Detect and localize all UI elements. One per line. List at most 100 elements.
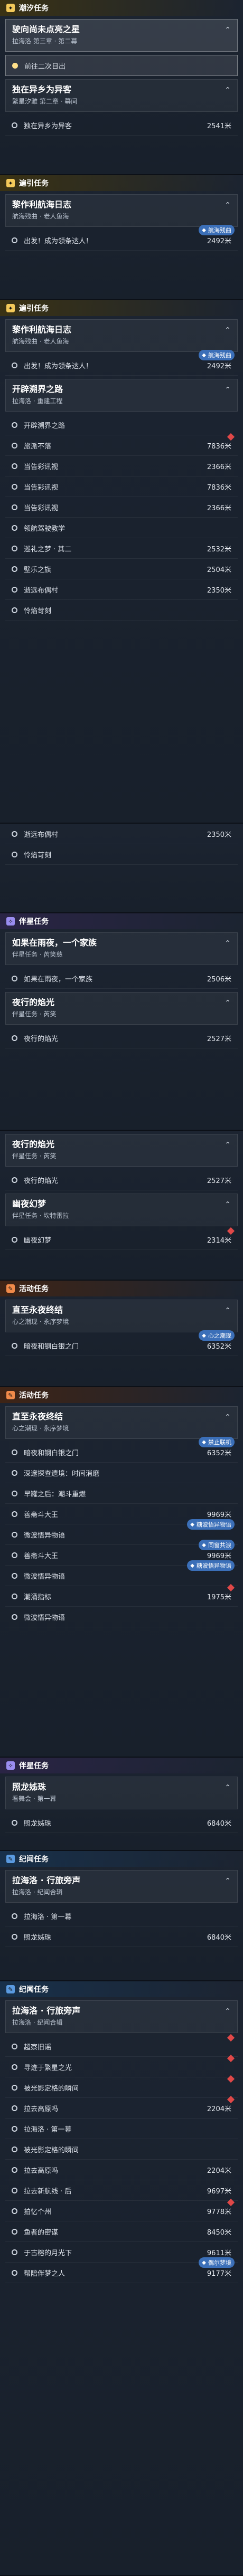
quest-step[interactable]: 夜行的焰光 2527米 <box>5 1170 238 1190</box>
quest-card[interactable]: 直至永夜终结 心之潮现 · 永序梦境 ⌃ <box>5 1300 238 1332</box>
chevron-up-icon[interactable]: ⌃ <box>225 1141 231 1149</box>
quest-category-header[interactable]: ✧ 伴星任务 <box>0 913 243 929</box>
quest-title: 夜行的焰光 <box>12 997 55 1007</box>
quest-category-header[interactable]: ✦ 潮汐任务 <box>0 0 243 16</box>
quest-step[interactable]: 被光影定格的瞬间 <box>5 2139 238 2160</box>
quest-card[interactable]: 拉海洛 · 行旅旁声 拉海洛 · 纪闻合辑 ⌃ <box>5 2000 238 2033</box>
quest-card[interactable]: 照龙姊珠 看舞会 · 第一幕 ⌃ <box>5 1777 238 1809</box>
quest-title: 拉海洛 · 行旅旁声 <box>12 1875 81 1885</box>
step-distance: 2350米 <box>207 831 231 839</box>
chevron-up-icon[interactable]: ⌃ <box>225 86 231 94</box>
quest-card[interactable]: 黎作利航海日志 航海残曲 · 老人鱼海 ⌃ <box>5 319 238 352</box>
chevron-up-icon[interactable]: ⌃ <box>225 939 231 948</box>
quest-card[interactable]: 直至永夜终结 心之潮现 · 永序梦境 ⌃ <box>5 1406 238 1439</box>
chevron-up-icon[interactable]: ⌃ <box>225 326 231 335</box>
chevron-up-icon[interactable]: ⌃ <box>225 1877 231 1885</box>
quest-step[interactable]: 幽夜幻梦 2314米 <box>5 1227 238 1250</box>
chevron-up-icon[interactable]: ⌃ <box>225 386 231 394</box>
quest-step[interactable]: 逝远布偶村 2350米 <box>5 824 238 844</box>
quest-step[interactable]: 当告彩讯视 2366米 <box>5 497 238 518</box>
quest-category-header[interactable]: ✎ 纪闻任务 <box>0 1851 243 1867</box>
quest-step[interactable]: 领航驾驶教学 <box>5 518 238 538</box>
quest-step[interactable]: 照龙姊珠 6840米 <box>5 1926 238 1947</box>
chevron-up-icon[interactable]: ⌃ <box>225 1200 231 1209</box>
quest-step[interactable]: 暗夜和钢白银之门 6352米 ◆ 禁止联机 <box>5 1437 238 1463</box>
circle-icon <box>12 2167 17 2173</box>
quest-card[interactable]: 独在异乡为异客 繁星汐雅 第二章 · 幕间 ⌃ <box>5 79 238 112</box>
quest-step[interactable]: 出发！成为领条达人！ 2492米 ◆ 航海残曲 <box>5 350 238 376</box>
quest-step[interactable]: 潮涌指标 1975米 <box>5 1583 238 1607</box>
quest-step[interactable]: 拉去新航线 · 后 9697米 <box>5 2180 238 2201</box>
category-label: 活动任务 <box>19 1285 49 1293</box>
step-distance: 2541米 <box>207 122 231 130</box>
quest-card[interactable]: 幽夜幻梦 伴星任务 · 坎特雷拉 ⌃ <box>5 1194 238 1226</box>
quest-title: 幽夜幻梦 <box>12 1199 46 1209</box>
quest-step[interactable]: 当告彩讯视 2366米 <box>5 456 238 476</box>
quest-card[interactable]: 如果在雨夜，一个家族 伴星任务 · 芮笑慈 ⌃ <box>5 932 238 965</box>
quest-card[interactable]: 夜行的焰光 伴星任务 · 芮笑 ⌃ <box>5 1134 238 1167</box>
quest-step[interactable]: 微波悟异物语 ◆ 糖波悟异物语 <box>5 1560 238 1586</box>
quest-step[interactable]: 旅派不落 7836米 <box>5 433 238 456</box>
quest-step[interactable]: 寻迹于繁星之光 <box>5 2054 238 2077</box>
chevron-up-icon[interactable]: ⌃ <box>225 201 231 209</box>
chevron-up-icon[interactable]: ⌃ <box>225 2007 231 2016</box>
category-tag-icon: ✦ <box>6 304 15 312</box>
quest-step[interactable]: 前往二次日出 <box>5 55 238 76</box>
quest-step[interactable]: 怜焰苛刻 <box>5 844 238 865</box>
quest-step[interactable]: 拉海洛 · 第一幕 <box>5 1906 238 1926</box>
event-badge: ◆ 心之潮现 <box>199 1330 235 1341</box>
quest-card[interactable]: 黎作利航海日志 航海残曲 · 老人鱼海 ⌃ <box>5 194 238 227</box>
step-label: 旅派不落 <box>24 442 52 451</box>
quest-step[interactable]: 怜焰苛刻 <box>5 600 238 621</box>
quest-category-header[interactable]: ✎ 活动任务 <box>0 1281 243 1296</box>
chevron-up-icon[interactable]: ⌃ <box>225 26 231 34</box>
quest-step[interactable]: 照龙姊珠 6840米 <box>5 1812 238 1833</box>
quest-card[interactable]: 夜行的焰光 伴星任务 · 芮笑 ⌃ <box>5 992 238 1025</box>
quest-step[interactable]: 如果在雨夜，一个家族 2506米 <box>5 968 238 989</box>
category-label: 遍引任务 <box>19 179 49 188</box>
quest-step[interactable]: 微波悟异物语 <box>5 1607 238 1627</box>
quest-step[interactable]: 深邃探查遗境：时间消磨 <box>5 1463 238 1483</box>
quest-step[interactable]: 拍忆个州 9778米 <box>5 2198 238 2221</box>
quest-step[interactable]: 拉去高原吗 2204米 <box>5 2160 238 2180</box>
quest-category-header[interactable]: ✧ 伴星任务 <box>0 1758 243 1773</box>
quest-step[interactable]: 拉去高原吗 2204米 <box>5 2095 238 2119</box>
circle-icon <box>12 1035 17 1041</box>
quest-step[interactable]: 壁乐之旗 2504米 <box>5 559 238 579</box>
chevron-up-icon[interactable]: ⌃ <box>225 1413 231 1421</box>
quest-step[interactable]: 出发！成为领条达人！ 2492米 ◆ 航海残曲 <box>5 225 238 251</box>
quest-step[interactable]: 早罐之后：潮斗重燃 <box>5 1483 238 1504</box>
step-distance: 2204米 <box>207 2105 231 2113</box>
event-badge: ◆ 糖波悟异物语 <box>187 1560 235 1571</box>
quest-step[interactable]: 拉海洛 · 第一幕 <box>5 2119 238 2139</box>
quest-category-header[interactable]: ✎ 纪闻任务 <box>0 1981 243 1997</box>
quest-panel: ✎ 纪闻任务拉海洛 · 行旅旁声 拉海洛 · 纪闻合辑 ⌃ 拉海洛 · 第一幕 照龙姊珠 6… <box>0 1851 243 1981</box>
badge-label: 糖波悟异物语 <box>197 1562 231 1569</box>
quest-step[interactable]: 巡礼之梦 · 其二 2532米 <box>5 538 238 559</box>
step-label: 暗夜和钢白银之门 <box>24 1449 79 1457</box>
circle-icon <box>12 1511 17 1517</box>
quest-category-header[interactable]: ✦ 遍引任务 <box>0 300 243 316</box>
quest-step[interactable]: 开辟溯界之路 <box>5 415 238 435</box>
category-tag-icon: ✦ <box>6 4 15 12</box>
chevron-up-icon[interactable]: ⌃ <box>225 1306 231 1315</box>
quest-card[interactable]: 驶向尚未点亮之星 拉海洛 第三章 · 第二幕 ⌃ <box>5 19 238 52</box>
chevron-up-icon[interactable]: ⌃ <box>225 999 231 1007</box>
quest-category-header[interactable]: ✎ 活动任务 <box>0 1387 243 1403</box>
quest-step[interactable]: 夜行的焰光 2527米 <box>5 1028 238 1048</box>
quest-card[interactable]: 拉海洛 · 行旅旁声 拉海洛 · 纪闻合辑 ⌃ <box>5 1870 238 1903</box>
circle-icon <box>12 463 17 469</box>
quest-step[interactable]: 当告彩讯视 7836米 <box>5 476 238 497</box>
quest-card[interactable]: 开辟溯界之路 拉海洛 · 重建工程 ⌃ <box>5 379 238 412</box>
chevron-up-icon[interactable]: ⌃ <box>225 1783 231 1792</box>
quest-step[interactable]: 帮陪伴梦之人 9177米 ◆ 偶尔梦境 <box>5 2257 238 2283</box>
quest-step[interactable]: 超察旧谣 <box>5 2034 238 2057</box>
quest-step[interactable]: 独在异乡为异客 2541米 <box>5 115 238 136</box>
quest-step[interactable]: 被光影定格的瞬间 <box>5 2075 238 2098</box>
quest-category-header[interactable]: ✦ 遍引任务 <box>0 175 243 191</box>
category-label: 伴星任务 <box>19 918 49 926</box>
circle-icon <box>12 2064 17 2070</box>
quest-step[interactable]: 暗夜和钢白银之门 6352米 ◆ 心之潮现 <box>5 1330 238 1356</box>
quest-step[interactable]: 逝远布偶村 2350米 <box>5 579 238 600</box>
quest-step[interactable]: 鱼者的密谋 8450米 <box>5 2221 238 2242</box>
